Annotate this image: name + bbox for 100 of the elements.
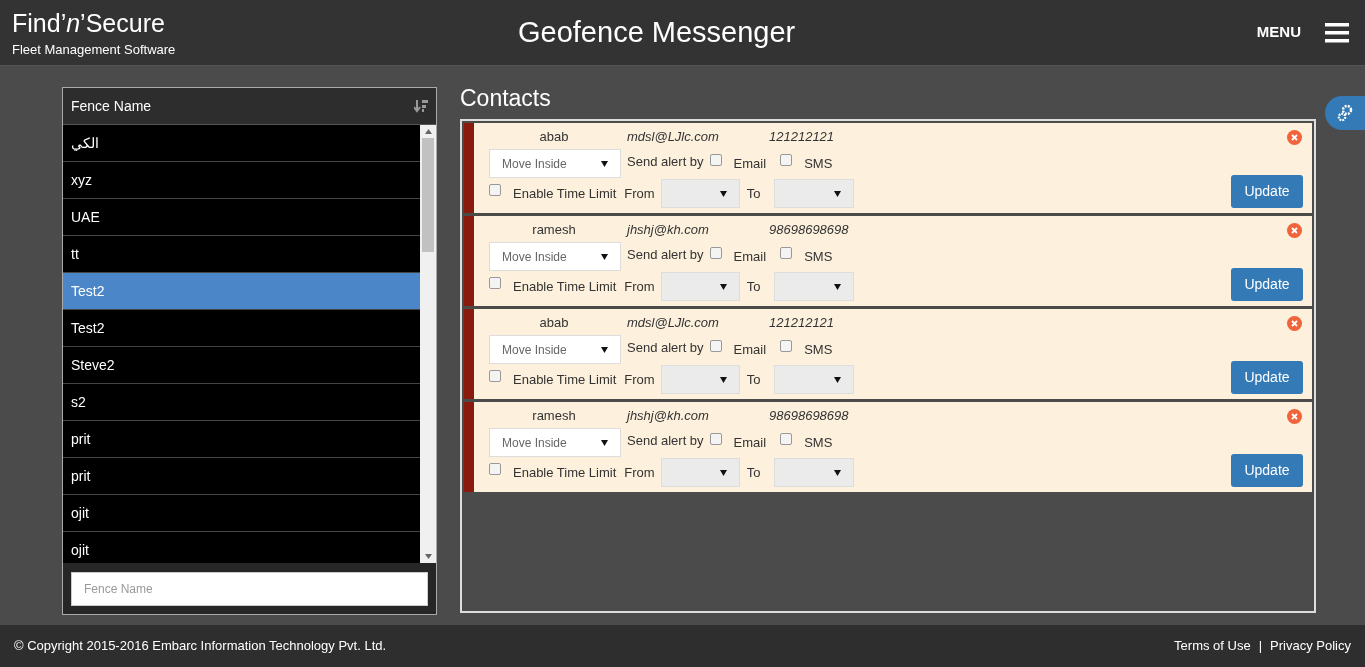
field-label: SMS — [804, 433, 833, 452]
contact-phone: 121212121 — [769, 128, 835, 147]
field-label: Enable Time Limit — [513, 184, 617, 203]
fence-list-item[interactable]: prit — [63, 421, 420, 458]
copyright-text: © Copyright 2015-2016 Embarc Information Technology Pvt. Ltd. — [14, 637, 387, 656]
fence-list-item[interactable]: Test2 — [63, 273, 420, 310]
checkbox[interactable] — [709, 153, 722, 166]
checkbox[interactable] — [489, 183, 501, 196]
field-label: Enable Time Limit — [513, 277, 617, 296]
field-label: Email — [733, 433, 767, 452]
fence-list-item[interactable]: tt — [63, 236, 420, 273]
checkbox[interactable] — [780, 339, 793, 352]
update-button[interactable]: Update — [1231, 454, 1303, 487]
caret-icon — [601, 253, 608, 260]
field-label: Enable Time Limit — [513, 370, 617, 389]
checkbox[interactable] — [780, 246, 793, 259]
scrollbar[interactable] — [420, 125, 436, 563]
update-button[interactable]: Update — [1231, 361, 1303, 394]
field-label: SMS — [804, 154, 833, 173]
menu-icon — [1325, 22, 1349, 43]
caret-icon — [719, 376, 727, 383]
caret-icon — [719, 469, 727, 476]
scroll-down-icon[interactable] — [424, 554, 432, 559]
fence-list-item[interactable]: s2 — [63, 384, 420, 421]
fence-list-item[interactable]: الكي — [63, 125, 420, 162]
field-label: Email — [733, 154, 767, 173]
field-label: SMS — [804, 247, 833, 266]
contact-email: jhshj@kh.com — [627, 407, 710, 426]
contact-name: abab — [538, 128, 570, 147]
checkbox[interactable] — [489, 276, 501, 289]
field-label: Email — [733, 340, 767, 359]
checkbox[interactable] — [489, 369, 501, 382]
fence-list-item[interactable]: Test2 — [63, 310, 420, 347]
field-label: From — [624, 370, 655, 389]
update-button[interactable]: Update — [1231, 175, 1303, 208]
fence-name-field[interactable]: Fence Name — [71, 571, 428, 606]
sort-icon — [414, 99, 428, 113]
menu-button[interactable]: MENU — [1256, 21, 1349, 44]
close-icon[interactable] — [1287, 316, 1302, 331]
fence-list-item[interactable]: UAE — [63, 199, 420, 236]
checkbox[interactable] — [709, 339, 722, 352]
close-icon[interactable] — [1287, 409, 1302, 424]
event-dropdown[interactable]: Move Inside — [489, 335, 621, 364]
field-label: Send alert by — [627, 431, 704, 450]
caret-icon — [601, 439, 608, 446]
contact-email: mdsl@LJlc.com — [627, 314, 720, 333]
fence-list-item[interactable]: ojit — [63, 532, 420, 563]
separator: | — [1258, 637, 1263, 656]
caret-icon — [834, 283, 842, 290]
caret-icon — [601, 346, 608, 353]
close-icon[interactable] — [1287, 130, 1302, 145]
fence-list-item[interactable]: xyz — [63, 162, 420, 199]
caret-icon — [834, 469, 842, 476]
contact-phone: 98698698698 — [769, 221, 849, 240]
fence-list-item[interactable]: ojit — [63, 495, 420, 532]
field-label: To — [746, 463, 761, 482]
fence-list-item[interactable]: Steve2 — [63, 347, 420, 384]
caret-icon — [719, 190, 727, 197]
contact-email: jhshj@kh.com — [627, 221, 710, 240]
footer-link[interactable]: Privacy Policy — [1270, 636, 1351, 656]
contact-name: ramesh — [531, 407, 577, 426]
field-label: Email — [733, 247, 767, 266]
contact-phone: 98698698698 — [769, 407, 849, 426]
event-dropdown[interactable]: Move Inside — [489, 149, 621, 178]
caret-icon — [719, 283, 727, 290]
page-title: Geofence Messenger — [518, 14, 796, 50]
field-label: Send alert by — [627, 152, 704, 171]
contact-email: mdsl@LJlc.com — [627, 128, 720, 147]
field-label: From — [624, 184, 655, 203]
field-label: Send alert by — [627, 338, 704, 357]
close-icon[interactable] — [1287, 223, 1302, 238]
caret-icon — [601, 160, 608, 167]
field-label: From — [624, 463, 655, 482]
field-label: From — [624, 277, 655, 296]
checkbox[interactable] — [489, 462, 501, 475]
field-label: Enable Time Limit — [513, 463, 617, 482]
tagline: Fleet Management Software — [12, 41, 177, 58]
contact-name: ramesh — [531, 221, 577, 240]
logo: Find’n’Secure — [12, 7, 166, 38]
fence-list-item[interactable]: prit — [63, 458, 420, 495]
checkbox[interactable] — [709, 246, 722, 259]
field-label: To — [746, 184, 761, 203]
caret-icon — [834, 190, 842, 197]
scroll-up-icon[interactable] — [424, 129, 432, 134]
update-button[interactable]: Update — [1231, 268, 1303, 301]
event-dropdown[interactable]: Move Inside — [489, 428, 621, 457]
footer-link[interactable]: Terms of Use — [1174, 636, 1251, 656]
field-label: To — [746, 277, 761, 296]
checkbox[interactable] — [780, 153, 793, 166]
field-label: SMS — [804, 340, 833, 359]
field-label: To — [746, 370, 761, 389]
contact-phone: 121212121 — [769, 314, 835, 333]
checkbox[interactable] — [709, 432, 722, 445]
contact-name: abab — [538, 314, 570, 333]
checkbox[interactable] — [780, 432, 793, 445]
scrollbar-thumb[interactable] — [422, 138, 434, 252]
section-title: Contacts — [460, 84, 552, 113]
caret-icon — [834, 376, 842, 383]
settings-button[interactable] — [1325, 96, 1365, 130]
event-dropdown[interactable]: Move Inside — [489, 242, 621, 271]
